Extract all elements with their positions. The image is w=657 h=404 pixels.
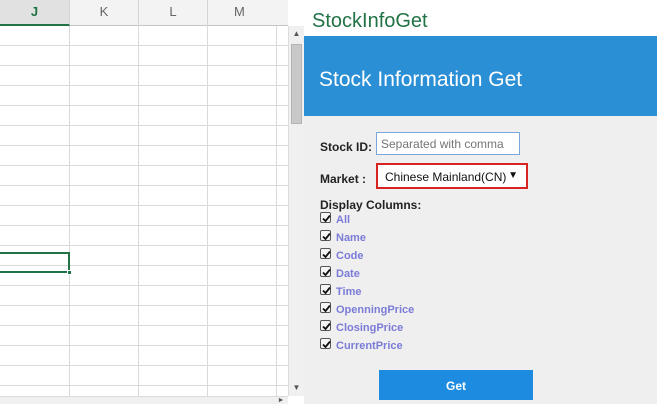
arrow-down-icon[interactable]: ▼ xyxy=(289,380,304,395)
checkbox-name[interactable] xyxy=(320,230,331,241)
get-button[interactable]: Get xyxy=(379,370,533,400)
table-row[interactable] xyxy=(0,26,288,46)
table-row[interactable] xyxy=(0,226,288,246)
checkbox-label-closingprice[interactable]: ClosingPrice xyxy=(336,322,403,334)
table-row[interactable] xyxy=(0,286,288,306)
checkbox-code[interactable] xyxy=(320,248,331,259)
table-row[interactable] xyxy=(0,186,288,206)
column-option-closingprice[interactable]: ClosingPrice xyxy=(320,320,520,336)
grid-line xyxy=(207,26,208,396)
cell-grid[interactable] xyxy=(0,26,288,396)
banner-title: Stock Information Get xyxy=(319,68,523,91)
grid-line xyxy=(69,26,70,396)
column-header-k[interactable]: K xyxy=(70,0,139,26)
pane-title: StockInfoGet xyxy=(312,10,428,32)
column-option-name[interactable]: Name xyxy=(320,230,520,246)
chevron-down-icon: ▼ xyxy=(508,170,518,181)
table-row[interactable] xyxy=(0,106,288,126)
selected-cell[interactable] xyxy=(0,252,72,275)
banner: Stock Information Get xyxy=(304,36,657,116)
checkbox-label-currentprice[interactable]: CurrentPrice xyxy=(336,340,403,352)
checkbox-label-openningprice[interactable]: OpenningPrice xyxy=(336,304,414,316)
grid-line xyxy=(276,26,277,396)
fill-handle[interactable] xyxy=(67,270,72,275)
checkbox-label-date[interactable]: Date xyxy=(336,268,360,280)
column-option-date[interactable]: Date xyxy=(320,266,520,282)
column-headers: J K L M xyxy=(0,0,288,26)
table-row[interactable] xyxy=(0,206,288,226)
table-row[interactable] xyxy=(0,386,288,396)
column-option-time[interactable]: Time xyxy=(320,284,520,300)
scrollbar-thumb[interactable] xyxy=(291,44,302,124)
checkbox-closingprice[interactable] xyxy=(320,320,331,331)
table-row[interactable] xyxy=(0,146,288,166)
table-row[interactable] xyxy=(0,66,288,86)
column-header-m[interactable]: M xyxy=(208,0,288,26)
task-pane: StockInfoGet Stock Information Get Stock… xyxy=(304,0,657,404)
column-option-code[interactable]: Code xyxy=(320,248,520,264)
horizontal-scrollbar[interactable]: ► xyxy=(0,396,288,404)
checkbox-label-all[interactable]: All xyxy=(336,214,350,226)
market-label: Market : xyxy=(320,172,367,186)
checkbox-label-name[interactable]: Name xyxy=(336,232,366,244)
table-row[interactable] xyxy=(0,366,288,386)
grid-line xyxy=(138,26,139,396)
column-header-j[interactable]: J xyxy=(0,0,70,26)
table-row[interactable] xyxy=(0,46,288,66)
checkbox-label-time[interactable]: Time xyxy=(336,286,361,298)
table-row[interactable] xyxy=(0,326,288,346)
display-columns-label: Display Columns: xyxy=(320,198,422,212)
spreadsheet-area: J K L M ► xyxy=(0,0,288,404)
checkbox-all[interactable] xyxy=(320,212,331,223)
checkbox-date[interactable] xyxy=(320,266,331,277)
column-option-openningprice[interactable]: OpenningPrice xyxy=(320,302,520,318)
column-option-currentprice[interactable]: CurrentPrice xyxy=(320,338,520,354)
table-row[interactable] xyxy=(0,86,288,106)
stock-form: Stock ID: Market : Chinese Mainland(CN) … xyxy=(304,116,657,404)
table-row[interactable] xyxy=(0,166,288,186)
column-header-l[interactable]: L xyxy=(139,0,208,26)
pane-header: StockInfoGet xyxy=(304,0,657,36)
stock-id-input[interactable] xyxy=(376,132,520,155)
table-row[interactable] xyxy=(0,346,288,366)
arrow-up-icon[interactable]: ▲ xyxy=(289,26,304,41)
column-option-all[interactable]: All xyxy=(320,212,520,228)
vertical-scrollbar[interactable]: ▲ ▼ xyxy=(288,26,304,396)
market-select-value: Chinese Mainland(CN) xyxy=(385,170,507,184)
arrow-right-icon[interactable]: ► xyxy=(276,397,286,404)
checkbox-label-code[interactable]: Code xyxy=(336,250,364,262)
checkbox-currentprice[interactable] xyxy=(320,338,331,349)
market-select[interactable]: Chinese Mainland(CN) ▼ xyxy=(376,163,528,189)
table-row[interactable] xyxy=(0,306,288,326)
table-row[interactable] xyxy=(0,126,288,146)
checkbox-time[interactable] xyxy=(320,284,331,295)
checkbox-openningprice[interactable] xyxy=(320,302,331,313)
stock-id-label: Stock ID: xyxy=(320,140,373,154)
